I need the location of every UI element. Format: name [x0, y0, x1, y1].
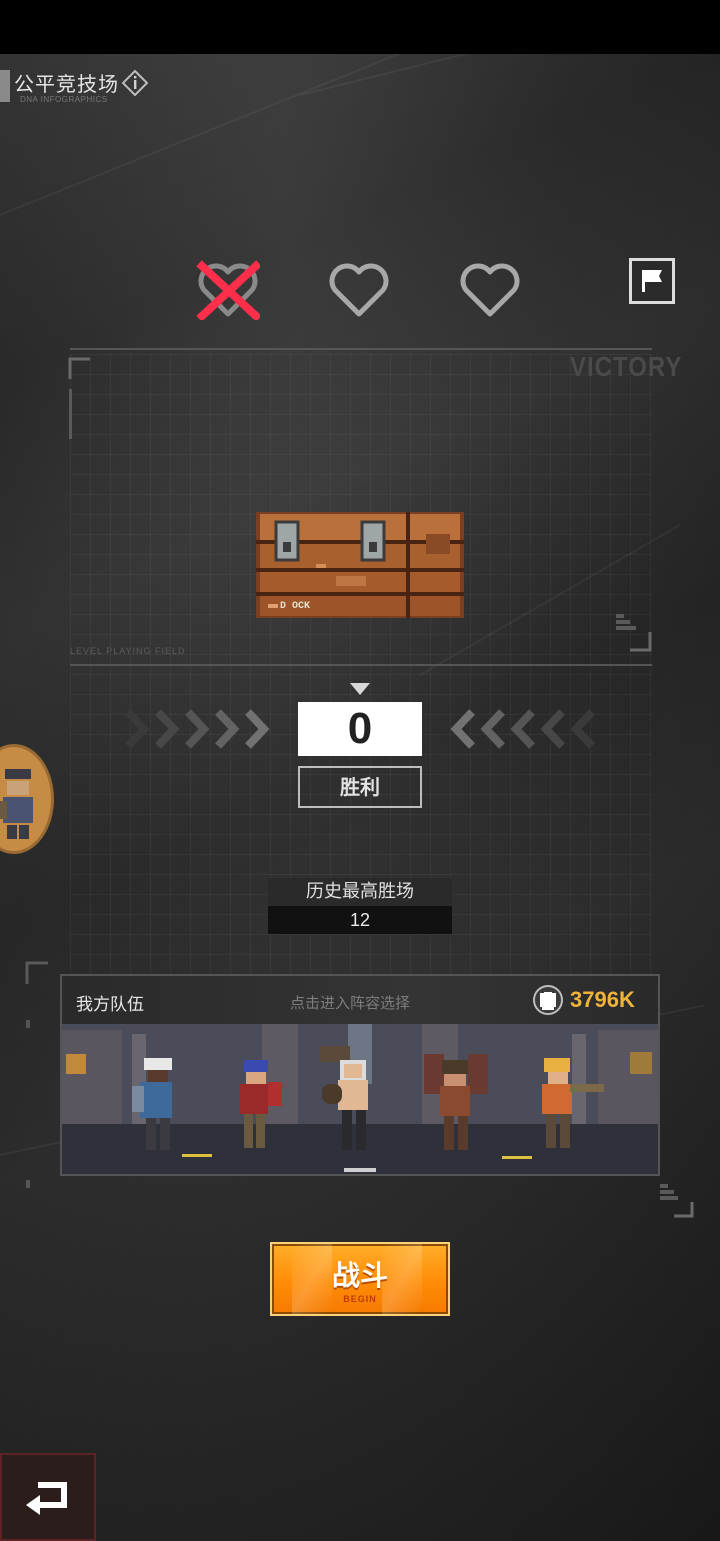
character-portrait — [0, 769, 33, 839]
arena-screen: 公平竞技场 DNA INFOGRAPHICS VICTORY D OCK LEV… — [0, 54, 720, 1541]
life-heart-lost-icon — [196, 260, 260, 320]
flag-icon — [642, 270, 662, 292]
page-title: 公平竞技场 — [14, 74, 119, 96]
left-chevrons-icon — [125, 709, 270, 749]
fist-icon — [533, 985, 563, 1015]
corner-bracket-icon — [25, 961, 48, 1188]
divider — [70, 664, 652, 666]
life-heart-icon — [329, 263, 389, 317]
reward-chest[interactable]: D OCK — [256, 504, 464, 618]
score-pointer-icon — [350, 683, 370, 695]
victory-watermark: VICTORY — [570, 351, 683, 383]
right-chevrons-icon — [450, 709, 595, 749]
back-button[interactable] — [0, 1453, 96, 1541]
team-panel[interactable]: 我方队伍 点击进入阵容选择 3796K — [60, 974, 660, 1176]
corner-bracket-icon — [616, 614, 652, 652]
corner-bracket-icon — [68, 357, 90, 439]
team-select-hint: 点击进入阵容选择 — [290, 994, 411, 1012]
divider — [70, 348, 652, 350]
corner-bracket-icon — [660, 1184, 694, 1218]
info-icon[interactable] — [122, 70, 148, 96]
status-bar — [0, 0, 720, 54]
life-heart-icon — [460, 263, 520, 317]
team-power-value: 3796K — [570, 987, 635, 1012]
team-title: 我方队伍 — [76, 995, 144, 1015]
chest-label: D OCK — [280, 601, 310, 612]
win-count: 0 — [298, 702, 422, 756]
battle-begin-button[interactable]: 战斗 BEGIN — [270, 1242, 450, 1316]
page-subtitle: DNA INFOGRAPHICS — [20, 95, 108, 104]
team-panel-header: 我方队伍 点击进入阵容选择 3796K — [62, 976, 658, 1024]
paper-crease — [299, 54, 708, 96]
surrender-flag-button[interactable] — [629, 258, 675, 304]
page-header: 公平竞技场 DNA INFOGRAPHICS — [0, 68, 200, 108]
best-record-value: 12 — [268, 906, 452, 934]
side-character-avatar[interactable] — [0, 744, 54, 854]
win-count-label: 胜利 — [298, 766, 422, 808]
team-lineup-scene — [62, 1024, 658, 1174]
return-arrow-icon — [26, 1482, 67, 1515]
field-caption: LEVEL PLAYING FIELD — [70, 646, 186, 656]
battle-button-sublabel: BEGIN — [343, 1294, 377, 1304]
best-record-label: 历史最高胜场 — [268, 878, 452, 906]
title-accent-bar — [0, 70, 10, 102]
battle-button-label: 战斗 — [331, 1259, 388, 1292]
